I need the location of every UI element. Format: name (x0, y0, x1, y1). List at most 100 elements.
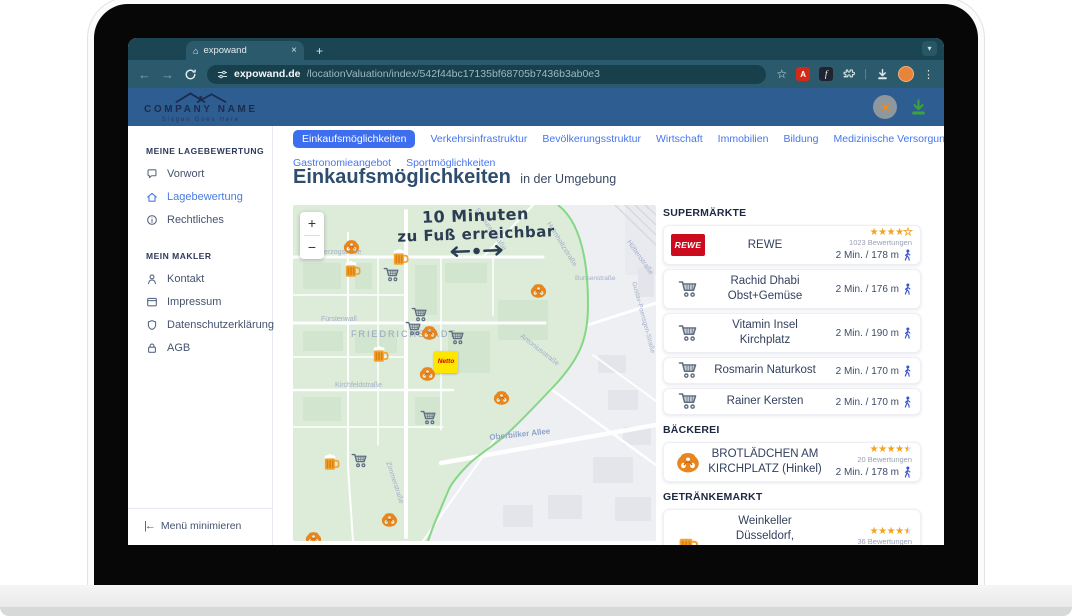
place-row-rewe[interactable]: REWE REWE ★★★★★ 1023 Bewertungen 2 Min. … (663, 225, 921, 265)
map-marker-cart[interactable] (351, 452, 368, 469)
theme-toggle-button[interactable] (873, 95, 897, 119)
tab-medizinische-versorgung[interactable]: Medizinische Versorgung (833, 130, 944, 148)
extensions-puzzle-icon[interactable] (842, 68, 855, 81)
district-label: FRIEDRICHSTADT (351, 329, 457, 339)
lock-icon (146, 342, 158, 354)
sidebar-item-label: Kontakt (167, 273, 204, 285)
new-tab-button[interactable]: + (316, 45, 323, 57)
laptop-base (0, 585, 1072, 609)
map-marker-pretzel[interactable] (421, 324, 438, 341)
sidebar-item-impressum[interactable]: Impressum (146, 290, 272, 313)
review-count: 36 Bewertungen (857, 537, 912, 545)
tab-search-chevron-button[interactable]: ▾ (922, 41, 937, 56)
zoom-in-button[interactable]: + (300, 212, 324, 235)
tab-bildung[interactable]: Bildung (783, 130, 818, 148)
sidebar-item-label: Impressum (167, 296, 221, 308)
download-report-button[interactable] (909, 98, 928, 117)
place-row[interactable]: Rachid Dhabi Obst+Gemüse 2 Min. / 176 m (663, 269, 921, 309)
site-settings-icon[interactable] (217, 69, 228, 80)
browser-toolbar: ← → expowand.de /locationValuation/index… (128, 60, 944, 88)
downloads-icon[interactable] (876, 68, 889, 81)
company-logo[interactable]: COMPANY NAME Slogan Goes Here (144, 91, 258, 123)
street-label: Kirchfeldstraße (335, 382, 382, 389)
browser-window: ⌂ expowand × + ▾ ← → expowand.de /locati… (128, 38, 944, 545)
walking-icon (903, 466, 912, 479)
sidebar-item-vorwort[interactable]: Vorwort (146, 162, 272, 185)
map-marker-cart[interactable] (448, 329, 465, 346)
map-marker-pretzel[interactable] (381, 511, 398, 528)
place-name: Vitamin Insel Kirchplatz (706, 316, 824, 350)
distance-label: 2 Min. / 178 m (836, 467, 899, 478)
company-slogan: Slogan Goes Here (162, 117, 240, 123)
pretzel-icon (670, 450, 706, 474)
sidebar-item-label: Datenschutzerklärung (167, 319, 274, 331)
map-marker-cart[interactable] (420, 409, 437, 426)
sidebar-item-lagebewertung[interactable]: Lagebewertung (146, 185, 272, 208)
sidebar-item-kontakt[interactable]: Kontakt (146, 267, 272, 290)
place-row[interactable]: Rosmarin Naturkost 2 Min. / 170 m (663, 357, 921, 384)
place-row-drinks[interactable]: Weinkeller Düsseldorf, Mövenpick Wein & … (663, 509, 921, 545)
shield-icon (146, 319, 158, 331)
url-host: expowand.de (234, 68, 301, 80)
sidebar-item-agb[interactable]: AGB (146, 336, 272, 359)
map-marker-cart[interactable] (383, 266, 400, 283)
sidebar-section-title: MEINE LAGEBEWERTUNG (146, 146, 272, 156)
places-panel: SUPERMÄRKTE REWE REWE ★★★★★ 1023 Bewertu… (663, 198, 921, 545)
tab-einkaufsmoeglichkeiten[interactable]: Einkaufsmöglichkeiten (293, 130, 415, 148)
browser-tab[interactable]: ⌂ expowand × (186, 41, 304, 60)
zoom-out-button[interactable]: − (300, 236, 324, 259)
walking-icon (903, 327, 912, 340)
map-marker-beer[interactable] (322, 453, 341, 472)
tab-wirtschaft[interactable]: Wirtschaft (656, 130, 703, 148)
map-marker-pretzel[interactable] (493, 389, 510, 406)
pdf-extension-icon[interactable]: A (796, 67, 810, 81)
review-count: 1023 Bewertungen (849, 238, 912, 247)
home-icon: ⌂ (193, 46, 198, 56)
tab-close-icon[interactable]: × (291, 45, 297, 56)
tab-verkehrsinfrastruktur[interactable]: Verkehrsinfrastruktur (430, 130, 527, 148)
radius-arrows-icon (445, 243, 507, 259)
sidebar-item-rechtliches[interactable]: Rechtliches (146, 208, 272, 231)
forward-button[interactable]: → (161, 68, 174, 81)
map-marker-pretzel[interactable] (530, 282, 547, 299)
rewe-logo: REWE (670, 234, 706, 256)
map-marker-netto[interactable]: Netto (434, 351, 458, 373)
browser-menu-icon[interactable]: ⋮ (923, 68, 934, 81)
section-title-getraenkemarkt: GETRÄNKEMARKT (663, 491, 921, 503)
map[interactable]: Herzogstraße Fürstenwall Kirchfeldstraße… (293, 205, 656, 541)
review-count: 20 Bewertungen (857, 455, 912, 464)
cart-icon (670, 391, 706, 411)
place-row-bakery[interactable]: BROTLÄDCHEN AM KIRCHPLATZ (Hinkel) ★★★★★… (663, 442, 921, 482)
reload-button[interactable] (184, 68, 197, 81)
map-marker-beer[interactable] (343, 260, 362, 279)
page-subtitle: in der Umgebung (520, 172, 616, 186)
sidebar: MEINE LAGEBEWERTUNG Vorwort Lagebewertun… (128, 126, 273, 545)
place-name: Rachid Dhabi Obst+Gemüse (706, 272, 824, 306)
map-marker-pretzel[interactable] (419, 365, 436, 382)
tab-bevoelkerungsstruktur[interactable]: Bevölkerungsstruktur (542, 130, 641, 148)
map-marker-cart[interactable] (405, 320, 422, 337)
url-bar[interactable]: expowand.de /locationValuation/index/542… (207, 65, 766, 84)
map-marker-beer[interactable] (371, 345, 390, 364)
place-name: Rosmarin Naturkost (706, 361, 824, 380)
place-name: BROTLÄDCHEN AM KIRCHPLATZ (Hinkel) (706, 445, 824, 479)
tab-immobilien[interactable]: Immobilien (718, 130, 769, 148)
section-title-supermaerkte: SUPERMÄRKTE (663, 207, 921, 219)
sidebar-collapse-button[interactable]: |← Menü minimieren (128, 508, 272, 545)
street-label: Bunsenstraße (575, 275, 615, 282)
url-path: /locationValuation/index/542f44bc17135bf… (307, 68, 600, 80)
place-row[interactable]: Rainer Kersten 2 Min. / 170 m (663, 388, 921, 415)
map-marker-pretzel[interactable] (343, 238, 360, 255)
sidebar-item-label: Vorwort (167, 168, 204, 180)
sidebar-item-datenschutz[interactable]: Datenschutzerklärung (146, 313, 272, 336)
toolbar-divider: | (864, 68, 867, 80)
font-extension-icon[interactable]: f (819, 67, 833, 81)
walking-icon (903, 249, 912, 262)
place-row[interactable]: Vitamin Insel Kirchplatz 2 Min. / 190 m (663, 313, 921, 353)
page-heading: Einkaufsmöglichkeiten in der Umgebung (293, 166, 616, 189)
map-marker-pretzel[interactable] (305, 530, 322, 541)
star-rating: ★★★★★ (870, 527, 912, 537)
profile-avatar[interactable] (898, 66, 914, 82)
back-button[interactable]: ← (138, 68, 151, 81)
bookmark-star-icon[interactable]: ☆ (776, 67, 787, 81)
